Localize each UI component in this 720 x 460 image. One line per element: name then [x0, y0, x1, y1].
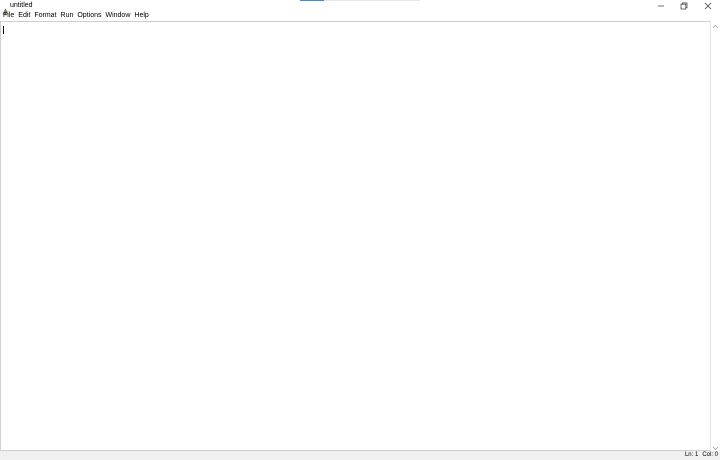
scroll-down-button[interactable]	[711, 443, 720, 451]
title-progress-bar	[300, 0, 420, 1]
menu-bar: File Edit Format Run Options Window Help	[0, 11, 720, 21]
menu-window[interactable]: Window	[103, 11, 132, 21]
close-button[interactable]	[697, 0, 719, 11]
menu-format[interactable]: Format	[32, 11, 58, 21]
menu-file[interactable]: File	[1, 11, 16, 21]
code-editor[interactable]	[0, 21, 710, 451]
minimize-button[interactable]	[650, 0, 672, 11]
menu-edit[interactable]: Edit	[16, 11, 32, 21]
line-indicator: Ln: 1	[684, 452, 699, 458]
menu-help[interactable]: Help	[132, 11, 150, 21]
restore-button[interactable]	[673, 0, 695, 11]
title-progress-fill	[300, 0, 324, 1]
menu-run[interactable]: Run	[59, 11, 76, 21]
idle-editor-window: untitled File Edit Format Run Options Wi…	[0, 0, 720, 460]
python-idle-icon	[2, 2, 9, 15]
scroll-up-button[interactable]	[711, 21, 720, 29]
window-title: untitled	[10, 2, 33, 9]
scroll-track[interactable]	[711, 29, 720, 443]
title-bar[interactable]: untitled	[0, 0, 720, 15]
column-indicator: Col: 0	[702, 452, 718, 458]
vertical-scrollbar[interactable]	[710, 21, 720, 451]
text-caret	[3, 26, 4, 34]
status-bar: Ln: 1 Col: 0	[0, 451, 720, 460]
menu-options[interactable]: Options	[75, 11, 103, 21]
